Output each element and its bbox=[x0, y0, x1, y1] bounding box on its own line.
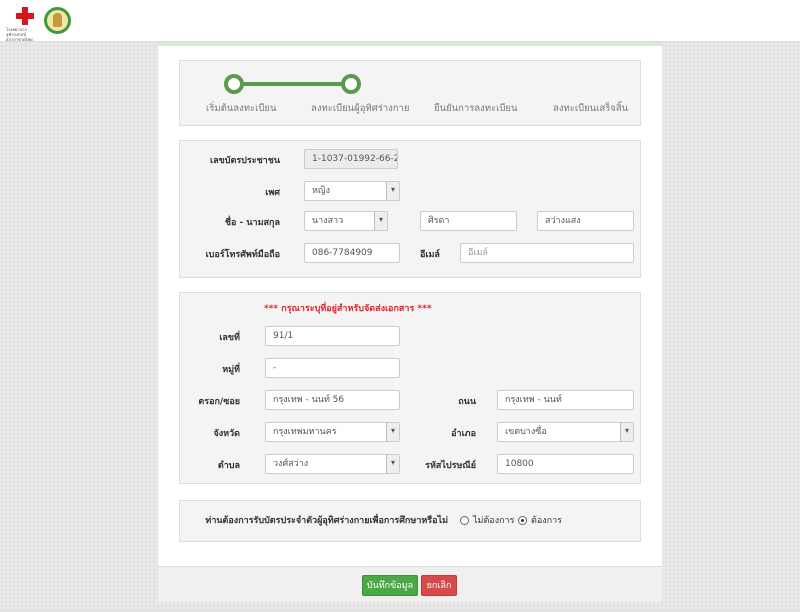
road-label: ถนน bbox=[458, 397, 476, 407]
road-field[interactable]: กรุงเทพ - นนท์ bbox=[497, 390, 634, 410]
step-2-dot-icon bbox=[341, 74, 361, 94]
chevron-down-icon: ▾ bbox=[386, 423, 399, 441]
phone-label: เบอร์โทรศัพท์มือถือ bbox=[205, 250, 280, 260]
personal-info-section: เลขบัตรประชาชน 1-1037-01992-66-2 เพศ หญิ… bbox=[179, 140, 641, 278]
id-card-field[interactable]: 1-1037-01992-66-2 bbox=[304, 149, 398, 169]
district-select-value: เขตบางซื่อ bbox=[505, 427, 547, 437]
zip-field[interactable]: 10800 bbox=[497, 454, 634, 474]
gender-label: เพศ bbox=[265, 188, 280, 198]
chevron-down-icon: ▾ bbox=[386, 455, 399, 473]
radio-no-icon[interactable] bbox=[460, 515, 469, 525]
title-select-value: นางสาว bbox=[312, 216, 344, 226]
subdistrict-label: ตำบล bbox=[217, 461, 240, 471]
card-question-label: ท่านต้องการรับบัตรประจำตัวผู้อุทิศร่างกา… bbox=[205, 516, 448, 526]
chevron-down-icon: ▾ bbox=[386, 182, 399, 200]
phone-field[interactable]: 086-7784909 bbox=[304, 243, 400, 263]
step-progress: เริ่มต้นลงทะเบียน ลงทะเบียนผู้อุทิศร่างก… bbox=[179, 60, 641, 126]
subdistrict-select-value: วงศ์สว่าง bbox=[273, 459, 309, 469]
address-section: *** กรุณาระบุที่อยู่สำหรับจัดส่งเอกสาร *… bbox=[179, 292, 641, 484]
moo-label: หมู่ที่ bbox=[222, 365, 240, 375]
district-select[interactable]: เขตบางซื่อ ▾ bbox=[497, 422, 634, 442]
province-select-value: กรุงเทพมหานคร bbox=[273, 427, 337, 437]
email-field[interactable]: อีเมล์ bbox=[460, 243, 634, 263]
house-no-field[interactable]: 91/1 bbox=[265, 326, 400, 346]
last-name-field[interactable]: สว่างแสง bbox=[537, 211, 634, 231]
first-name-field[interactable]: ศิรดา bbox=[420, 211, 517, 231]
card-question-section: ท่านต้องการรับบัตรประจำตัวผู้อุทิศร่างกา… bbox=[179, 500, 641, 542]
subdistrict-select[interactable]: วงศ์สว่าง ▾ bbox=[265, 454, 400, 474]
step-1-label: เริ่มต้นลงทะเบียน bbox=[206, 103, 277, 114]
name-label: ชื่อ - นามสกุล bbox=[224, 218, 280, 228]
soi-field[interactable]: กรุงเทพ - นนท์ 56 bbox=[265, 390, 400, 410]
radio-no[interactable]: ไม่ต้องการ bbox=[460, 513, 514, 527]
registration-panel: เริ่มต้นลงทะเบียน ลงทะเบียนผู้อุทิศร่างก… bbox=[158, 42, 662, 602]
hospital-name-text: โรงพยาบาลจุฬาลงกรณ์ สภากาชาดไทย bbox=[6, 27, 33, 42]
radio-yes[interactable]: ต้องการ bbox=[518, 513, 562, 527]
step-progress-line bbox=[232, 82, 350, 86]
province-select[interactable]: กรุงเทพมหานคร ▾ bbox=[265, 422, 400, 442]
radio-no-label: ไม่ต้องการ bbox=[473, 516, 515, 526]
top-bar: โรงพยาบาลจุฬาลงกรณ์ สภากาชาดไทย bbox=[0, 0, 800, 42]
gender-select-value: หญิง bbox=[312, 186, 330, 196]
cancel-button[interactable]: ยกเลิก bbox=[421, 575, 457, 596]
district-label: อำเภอ bbox=[451, 429, 476, 439]
step-1-dot-icon bbox=[224, 74, 244, 94]
step-3-label: ยืนยันการลงทะเบียน bbox=[434, 103, 518, 114]
chevron-down-icon: ▾ bbox=[374, 212, 387, 230]
radio-yes-icon[interactable] bbox=[518, 515, 527, 525]
chevron-down-icon: ▾ bbox=[620, 423, 633, 441]
province-label: จังหวัด bbox=[213, 429, 241, 439]
footer-bar: บันทึกข้อมูล ยกเลิก bbox=[158, 566, 662, 602]
moo-field[interactable]: - bbox=[265, 358, 400, 378]
zip-label: รหัสไปรษณีย์ bbox=[425, 461, 476, 471]
step-2-label: ลงทะเบียนผู้อุทิศร่างกาย bbox=[311, 103, 410, 114]
email-label: อีเมล์ bbox=[420, 250, 440, 260]
address-note: *** กรุณาระบุที่อยู่สำหรับจัดส่งเอกสาร *… bbox=[264, 304, 432, 314]
id-card-label: เลขบัตรประชาชน bbox=[210, 156, 280, 166]
step-4-label: ลงทะเบียนเสร็จสิ้น bbox=[553, 103, 629, 114]
gender-select[interactable]: หญิง ▾ bbox=[304, 181, 400, 201]
university-seal-icon bbox=[44, 7, 71, 34]
house-no-label: เลขที่ bbox=[219, 333, 240, 343]
red-cross-logo-icon bbox=[14, 7, 36, 29]
radio-yes-label: ต้องการ bbox=[531, 516, 562, 526]
title-select[interactable]: นางสาว ▾ bbox=[304, 211, 388, 231]
save-button[interactable]: บันทึกข้อมูล bbox=[362, 575, 418, 596]
soi-label: ตรอก/ซอย bbox=[198, 397, 240, 407]
